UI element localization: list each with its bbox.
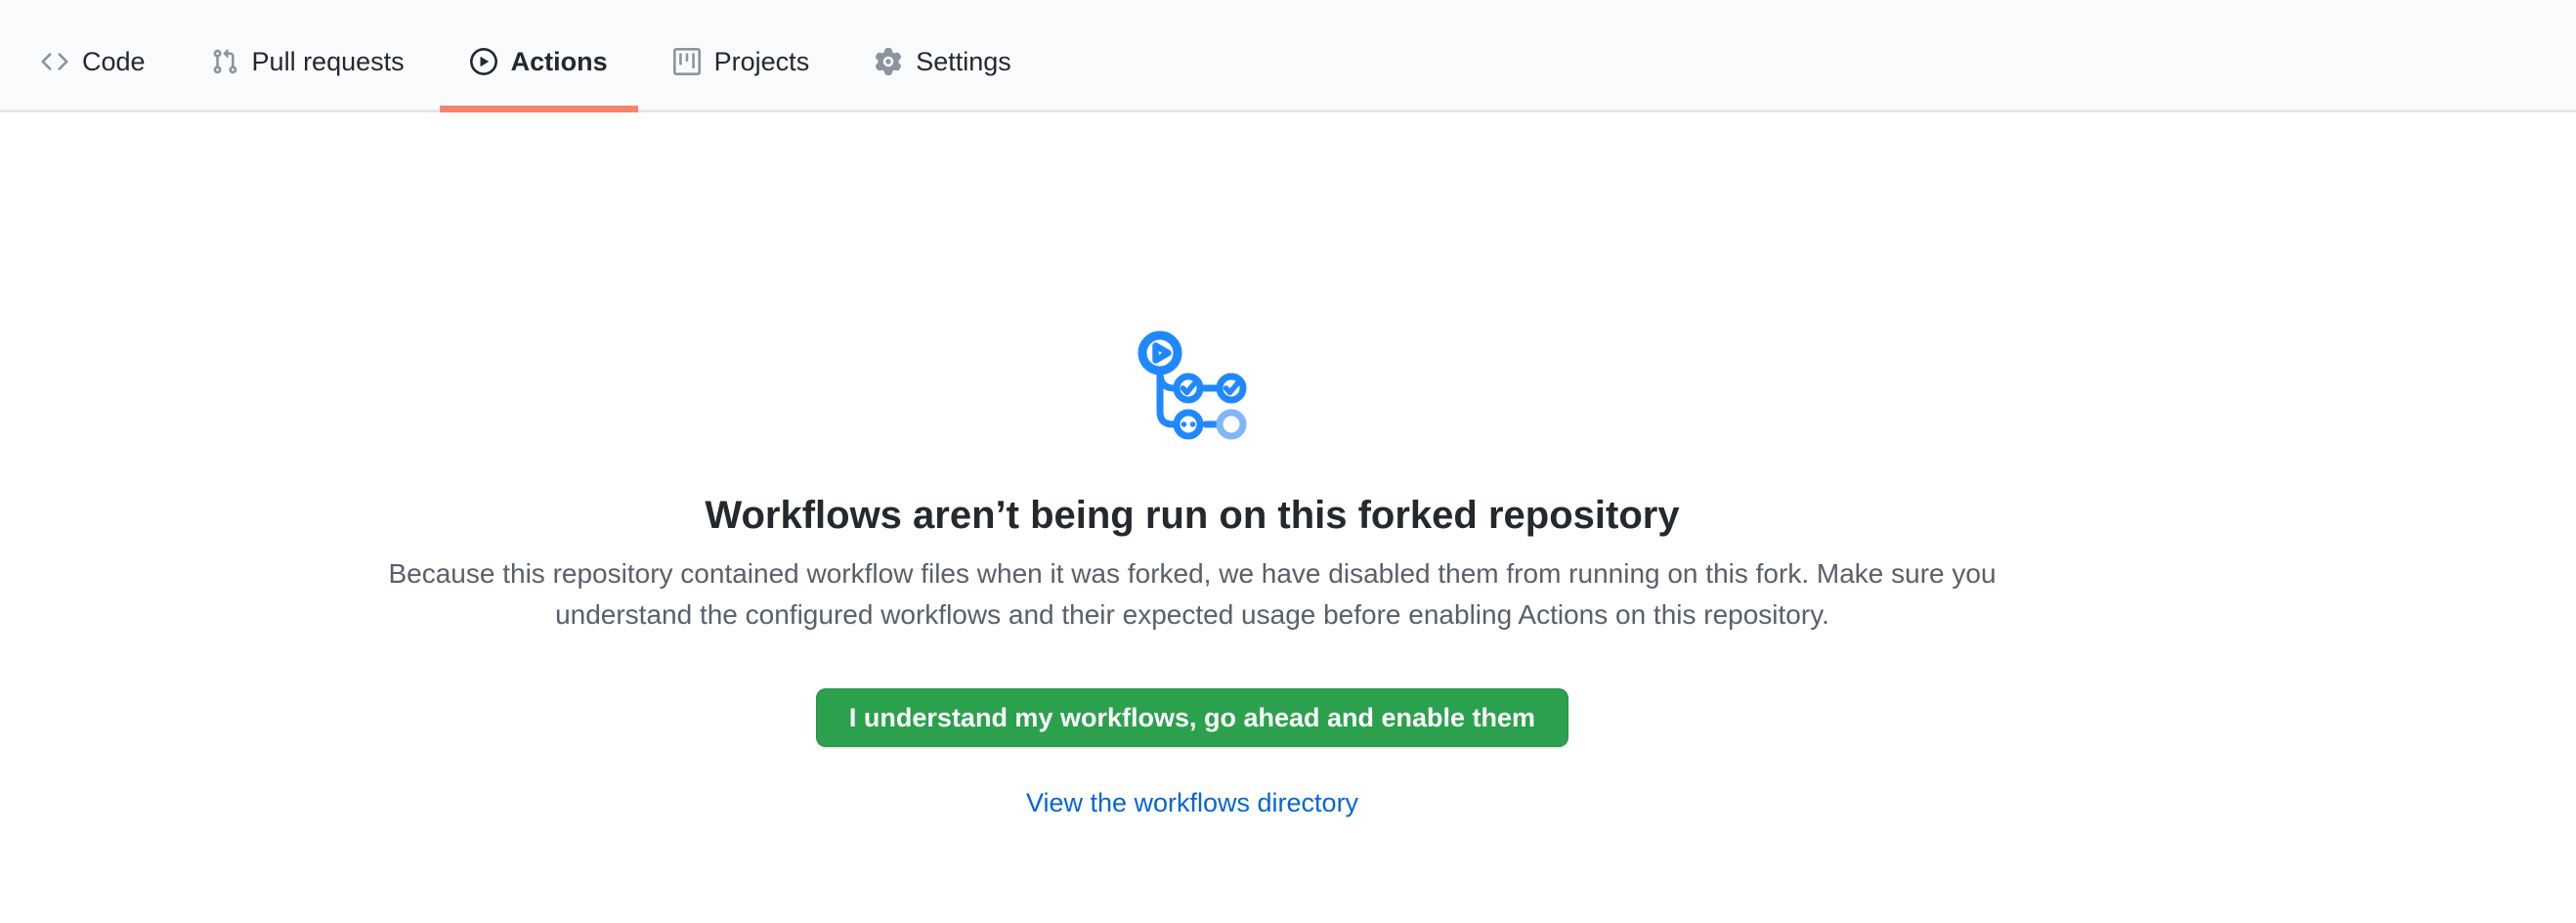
tab-actions[interactable]: Actions (440, 0, 638, 110)
tab-label: Settings (916, 47, 1011, 77)
tab-pull-requests[interactable]: Pull requests (181, 0, 435, 110)
tab-projects[interactable]: Projects (643, 0, 840, 110)
project-board-icon (673, 48, 701, 75)
workflows-directory-link[interactable]: View the workflows directory (1026, 788, 1358, 817)
tab-label: Code (82, 47, 146, 77)
actions-blankslate: Workflows aren’t being run on this forke… (0, 330, 2384, 818)
tab-code[interactable]: Code (11, 0, 176, 110)
enable-workflows-button[interactable]: I understand my workflows, go ahead and … (816, 688, 1568, 747)
workflow-graph-icon (0, 330, 2384, 446)
tab-settings[interactable]: Settings (844, 0, 1042, 110)
gear-icon (875, 48, 902, 75)
play-circle-icon (470, 48, 497, 75)
blankslate-description: Because this repository contained workfl… (381, 553, 2003, 636)
tab-label: Projects (714, 47, 810, 77)
tab-label: Actions (511, 47, 608, 77)
git-pull-request-icon (211, 48, 238, 75)
repo-tab-nav: Code Pull requests Actions Projects Sett… (0, 0, 2576, 112)
code-icon (41, 48, 68, 75)
tab-label: Pull requests (252, 47, 405, 77)
blankslate-title: Workflows aren’t being run on this forke… (0, 491, 2384, 540)
